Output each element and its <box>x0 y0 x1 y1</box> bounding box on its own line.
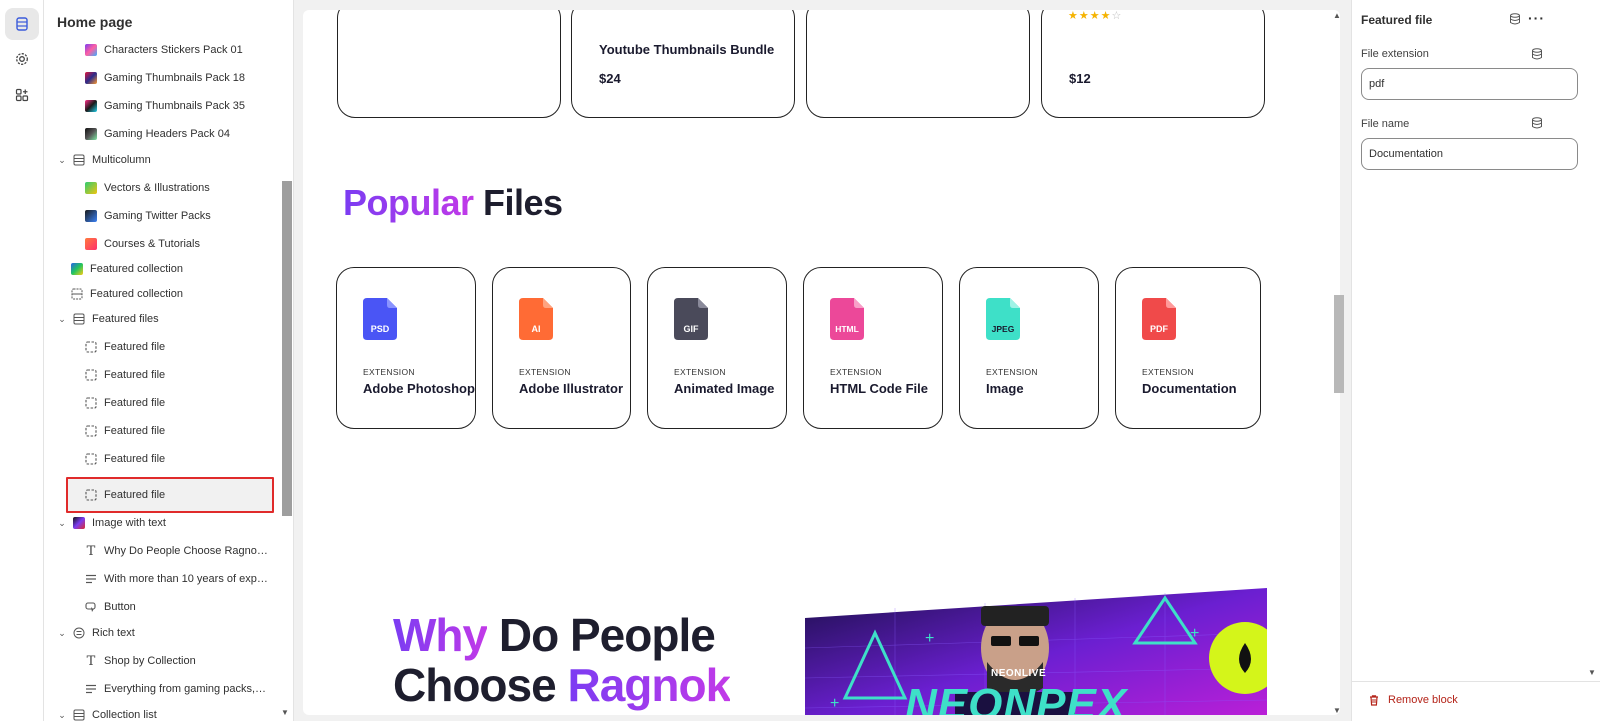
apps-icon <box>15 88 29 102</box>
product-card[interactable]: Youtube Thumbnails Bundle $24 <box>571 10 795 118</box>
chevron-down-icon[interactable]: ⌄ <box>56 155 68 166</box>
settings-scroll-down-arrow[interactable]: ▼ <box>1588 668 1596 677</box>
product-card[interactable] <box>806 10 1030 118</box>
block-dashed-icon <box>84 452 98 466</box>
sections-icon <box>16 17 28 31</box>
column-thumbnail-icon <box>84 209 98 223</box>
tree-scroll-down-arrow[interactable]: ▼ <box>281 708 289 717</box>
settings-title: Featured file <box>1361 13 1433 27</box>
image-thumbnail-icon <box>72 516 86 530</box>
tree-section-featured-collection[interactable]: Featured collection <box>70 280 310 308</box>
tree-item-product[interactable]: Gaming Thumbnails Pack 18 <box>84 64 324 92</box>
database-icon[interactable] <box>1531 117 1543 129</box>
button-cursor-icon <box>84 600 98 614</box>
file-name-input[interactable] <box>1361 138 1578 170</box>
tree-item-button[interactable]: Button <box>84 593 324 621</box>
neon-banner-image: + + + NEONLIVE NEONPEX <box>805 588 1267 715</box>
chevron-down-icon[interactable]: ⌄ <box>56 710 68 721</box>
text-t-icon: T <box>86 653 96 669</box>
product-card[interactable] <box>337 10 561 118</box>
product-card[interactable]: ★★★★☆ $12 <box>1041 10 1265 118</box>
tree-section-collection-list[interactable]: ⌄ Collection list <box>56 701 296 721</box>
tree-item-product[interactable]: Gaming Thumbnails Pack 35 <box>84 92 324 120</box>
file-card[interactable]: JPEG EXTENSION Image <box>959 267 1099 429</box>
preview-scroll-up-arrow[interactable]: ▲ <box>1333 11 1341 20</box>
page-title: Home page <box>57 14 133 30</box>
block-dashed-icon <box>84 488 98 502</box>
tree-item-heading[interactable]: T Shop by Collection <box>84 647 324 675</box>
rich-text-icon <box>72 626 86 640</box>
product-thumbnail-icon <box>84 43 98 57</box>
settings-footer: Remove block <box>1352 681 1600 721</box>
product-thumbnail-icon <box>84 127 98 141</box>
section-layout-icon <box>72 312 86 326</box>
tree-section-featured-collection[interactable]: Featured collection <box>70 255 310 283</box>
theme-editor: Home page ▲ Characters Stickers Pack 01 … <box>0 0 1600 721</box>
preview-scrollbar-thumb[interactable] <box>1334 295 1344 393</box>
tree-scrollbar-thumb[interactable] <box>282 181 292 516</box>
paragraph-icon <box>84 682 98 696</box>
product-thumbnail-icon <box>84 71 98 85</box>
text-t-icon: T <box>86 543 96 559</box>
file-card[interactable]: PSD EXTENSION Adobe Photoshop <box>336 267 476 429</box>
more-options-icon[interactable]: ··· <box>1528 10 1545 26</box>
product-price: $24 <box>599 71 621 86</box>
tree-item-text[interactable]: With more than 10 years of expe... <box>84 565 324 593</box>
paragraph-icon <box>84 572 98 586</box>
icon-rail <box>0 0 44 721</box>
preview-scroll-down-arrow[interactable]: ▼ <box>1333 706 1341 715</box>
sections-rail-button[interactable] <box>5 8 39 40</box>
chevron-down-icon[interactable]: ⌄ <box>56 518 68 529</box>
chevron-down-icon[interactable]: ⌄ <box>56 628 68 639</box>
file-card[interactable]: PDF EXTENSION Documentation <box>1115 267 1261 429</box>
block-dashed-icon <box>84 340 98 354</box>
tree-item-text[interactable]: Everything from gaming packs, i... <box>84 675 324 703</box>
database-icon[interactable] <box>1531 48 1543 60</box>
tree-section-rich-text[interactable]: ⌄ Rich text <box>56 619 296 647</box>
section-layout-icon <box>72 153 86 167</box>
product-price: $12 <box>1069 71 1091 86</box>
file-card[interactable]: GIF EXTENSION Animated Image <box>647 267 787 429</box>
database-icon[interactable] <box>1509 13 1521 25</box>
svg-text:+: + <box>830 695 839 712</box>
block-dashed-icon <box>84 396 98 410</box>
block-settings-panel: Featured file ··· File extension File na… <box>1351 0 1600 721</box>
why-heading: Why Do People Choose Ragnok <box>393 609 731 711</box>
settings-rail-button[interactable] <box>5 43 39 75</box>
file-card[interactable]: AI EXTENSION Adobe Illustrator <box>492 267 631 429</box>
tree-item-product[interactable]: Characters Stickers Pack 01 <box>84 36 324 64</box>
product-title[interactable]: Youtube Thumbnails Bundle <box>599 42 774 57</box>
section-layout-icon <box>70 287 84 301</box>
gear-icon <box>16 53 28 65</box>
remove-block-button[interactable]: Remove block <box>1368 694 1458 706</box>
tree-item-product[interactable]: Gaming Headers Pack 04 <box>84 120 324 148</box>
section-layout-icon <box>72 708 86 721</box>
file-extension-label: File extension <box>1361 48 1429 60</box>
collection-thumbnail-icon <box>70 262 84 276</box>
column-thumbnail-icon <box>84 181 98 195</box>
block-dashed-icon <box>84 368 98 382</box>
block-dashed-icon <box>84 424 98 438</box>
tree-section-multicolumn[interactable]: ⌄ Multicolumn <box>56 146 296 174</box>
product-thumbnail-icon <box>84 99 98 113</box>
tree-section-featured-files[interactable]: ⌄ Featured files <box>56 305 296 333</box>
tree-section-image-with-text[interactable]: ⌄ Image with text <box>56 509 296 537</box>
file-extension-input[interactable] <box>1361 68 1578 100</box>
file-name-label: File name <box>1361 118 1410 130</box>
svg-text:+: + <box>1190 625 1199 642</box>
tree-item-heading[interactable]: T Why Do People Choose Ragnok ... <box>84 537 324 565</box>
popular-files-heading: Popular Files <box>343 182 563 223</box>
svg-text:+: + <box>925 630 934 647</box>
column-thumbnail-icon <box>84 237 98 251</box>
trash-icon <box>1370 695 1378 706</box>
file-card[interactable]: HTML EXTENSION HTML Code File <box>803 267 943 429</box>
store-preview: Youtube Thumbnails Bundle $24 ★★★★☆ $12 … <box>303 10 1340 715</box>
chevron-down-icon[interactable]: ⌄ <box>56 314 68 325</box>
star-rating: ★★★★☆ <box>1068 10 1123 22</box>
apps-rail-button[interactable] <box>5 79 39 111</box>
